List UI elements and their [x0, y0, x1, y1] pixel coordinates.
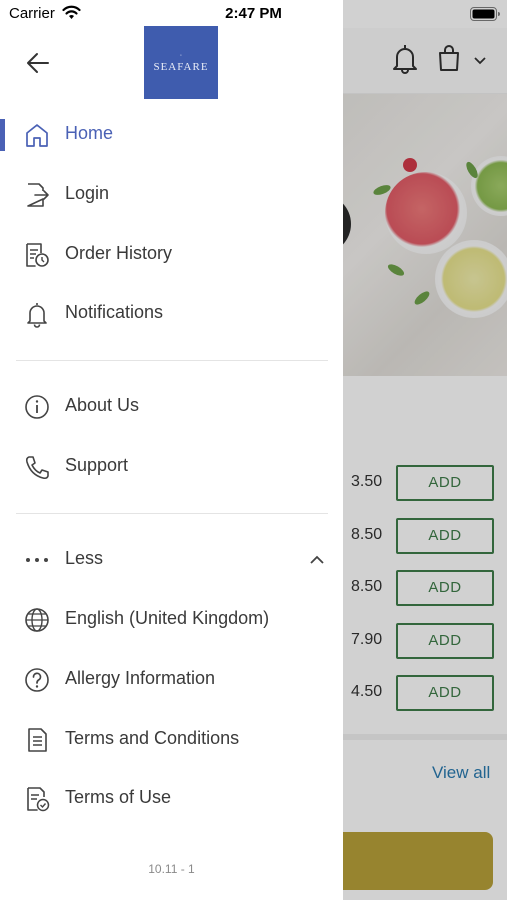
brand-logo: ◦ SEAFARE	[144, 26, 218, 99]
menu-item-label: Support	[65, 455, 129, 475]
menu-item-label: Allergy Information	[65, 668, 216, 688]
menu-item-terms-of-use[interactable]: Terms of Use	[0, 773, 343, 825]
logo-mark: ◦	[179, 52, 183, 59]
menu-item-label: Notifications	[65, 302, 164, 322]
menu-item-notifications[interactable]: Notifications	[0, 288, 343, 340]
question-icon	[25, 668, 49, 692]
menu-item-label: Terms and Conditions	[65, 728, 240, 748]
order-history-icon	[26, 243, 49, 267]
home-icon	[26, 124, 48, 147]
menu-item-order-history[interactable]: Order History	[0, 229, 343, 281]
status-bar: Carrier 2:47 PM	[0, 0, 507, 28]
menu-toggle-less[interactable]: Less	[0, 534, 343, 586]
menu-item-label: Terms of Use	[65, 787, 172, 807]
chevron-up-icon	[310, 555, 324, 564]
active-indicator	[0, 119, 5, 151]
back-arrow-icon[interactable]	[22, 48, 54, 78]
globe-icon	[25, 608, 49, 632]
battery-icon	[470, 7, 500, 21]
menu-item-allergy-information[interactable]: Allergy Information	[0, 654, 343, 706]
more-dots-icon	[26, 558, 48, 562]
menu-item-label: Home	[65, 123, 114, 143]
status-time: 2:47 PM	[225, 5, 282, 22]
logo-text: SEAFARE	[153, 60, 209, 73]
phone-icon	[25, 456, 49, 480]
document-check-icon	[27, 787, 50, 812]
menu-divider	[16, 360, 328, 361]
menu-item-support[interactable]: Support	[0, 441, 343, 493]
menu-item-label: Less	[65, 548, 104, 568]
document-icon	[28, 728, 47, 752]
menu-item-login[interactable]: Login	[0, 169, 343, 221]
menu-item-label: Login	[65, 183, 110, 203]
menu-item-language[interactable]: English (United Kingdom)	[0, 594, 343, 646]
menu-item-label: About Us	[65, 395, 140, 415]
menu-divider	[16, 513, 328, 514]
menu-item-label: English (United Kingdom)	[65, 608, 270, 628]
menu-item-home[interactable]: Home	[0, 109, 343, 161]
menu-item-terms-and-conditions[interactable]: Terms and Conditions	[0, 714, 343, 766]
navigation-drawer: ◦ SEAFARE Home Login Order History Notif…	[0, 0, 343, 900]
info-icon	[25, 395, 49, 419]
menu-item-about-us[interactable]: About Us	[0, 381, 343, 433]
login-icon	[27, 183, 49, 207]
app-version: 10.11 - 1	[148, 862, 195, 876]
menu-item-label: Order History	[65, 243, 173, 263]
bell-icon	[27, 303, 47, 328]
